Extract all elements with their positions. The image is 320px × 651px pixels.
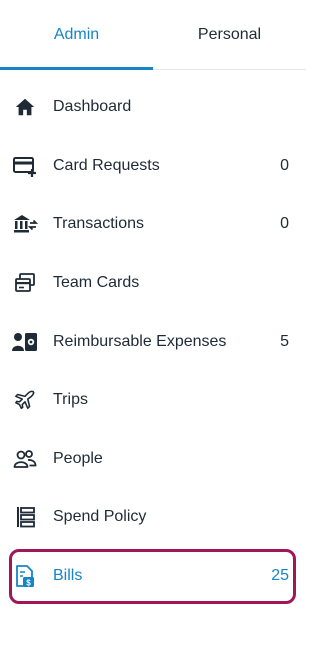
- bank-transfer-icon: [12, 211, 38, 237]
- person-receipt-icon: [12, 329, 38, 355]
- svg-text:$: $: [26, 578, 31, 587]
- sidebar-item-transactions[interactable]: Transactions 0: [0, 195, 306, 254]
- sidebar-nav: Dashboard Card Requests 0 Transactions 0…: [0, 78, 306, 605]
- sidebar-item-label: Dashboard: [53, 98, 132, 116]
- item-count: 25: [271, 567, 289, 585]
- sidebar-item-label: Bills: [53, 567, 83, 585]
- home-icon: [12, 94, 38, 120]
- sidebar-item-label: Trips: [53, 391, 88, 409]
- card-add-icon: [12, 153, 38, 179]
- tab-bar: Admin Personal: [0, 0, 306, 70]
- bill-dollar-icon: $: [12, 563, 38, 589]
- people-icon: [12, 446, 38, 472]
- sidebar-item-label: Reimbursable Expenses: [53, 332, 227, 350]
- sidebar-item-label: Card Requests: [53, 156, 160, 174]
- tab-personal[interactable]: Personal: [153, 0, 306, 69]
- sidebar-item-reimbursable-expenses[interactable]: Reimbursable Expenses 5: [0, 312, 306, 371]
- item-count: 0: [280, 215, 289, 233]
- sidebar-item-label: Transactions: [53, 215, 144, 233]
- item-count: 5: [280, 332, 289, 350]
- sidebar-item-bills[interactable]: $ Bills 25: [0, 547, 306, 606]
- item-count: 0: [280, 156, 289, 174]
- sidebar-item-people[interactable]: People: [0, 430, 306, 489]
- tab-admin[interactable]: Admin: [0, 0, 153, 70]
- sidebar-item-team-cards[interactable]: Team Cards: [0, 254, 306, 313]
- sidebar-item-card-requests[interactable]: Card Requests 0: [0, 137, 306, 196]
- sidebar-item-label: Spend Policy: [53, 508, 147, 526]
- sidebar-item-label: People: [53, 449, 103, 467]
- sidebar-item-dashboard[interactable]: Dashboard: [0, 78, 306, 137]
- airplane-icon: [12, 387, 38, 413]
- cards-stack-icon: [12, 270, 38, 296]
- policy-list-icon: [12, 504, 38, 530]
- sidebar-item-trips[interactable]: Trips: [0, 371, 306, 430]
- sidebar-item-label: Team Cards: [53, 274, 140, 292]
- sidebar-item-spend-policy[interactable]: Spend Policy: [0, 488, 306, 547]
